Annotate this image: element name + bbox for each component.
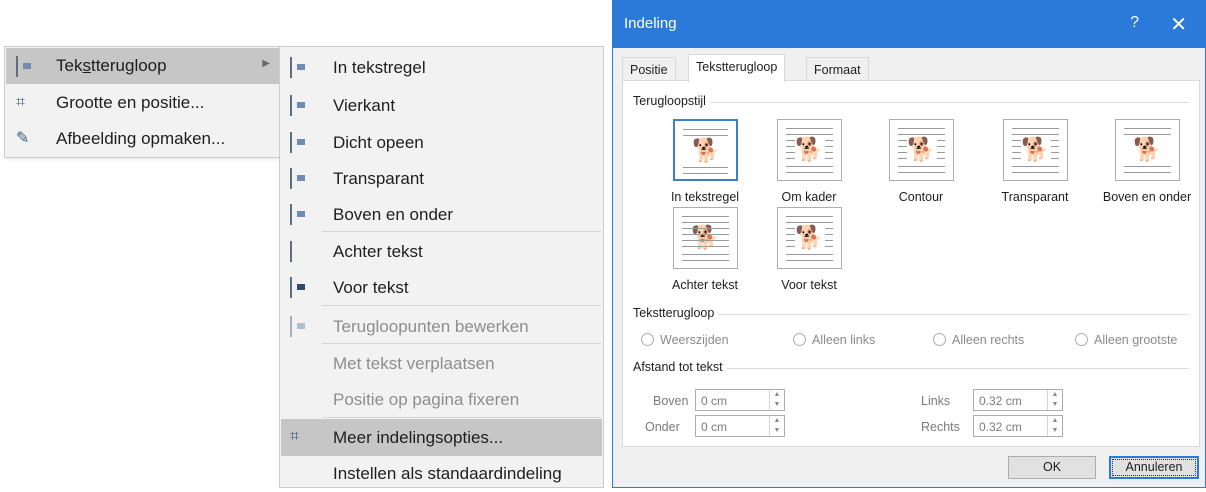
top-distance-spinner[interactable]: 0 cm ▲ ▼ [695,389,785,411]
submenu-item-terugloopunten: Terugloopunten bewerken [281,308,602,345]
submenu-item-label: Vierkant [333,96,396,115]
tight-wrap-icon [290,132,312,153]
menu-separator [322,417,601,418]
wrap-option-label: Boven en onder [1102,190,1192,204]
submenu-item-achter-tekst[interactable]: Achter tekst [281,233,602,270]
inline-wrap-icon [290,57,312,78]
menu-item-grootte-positie[interactable]: ⌗ Grootte en positie... [6,85,280,121]
menu-item-afbeelding-opmaken[interactable]: ✎ Afbeelding opmaken... [6,121,280,157]
ok-button[interactable]: OK [1008,456,1096,479]
layout-dialog: Indeling ? ✕ Positie Tekstterugloop Form… [612,0,1206,488]
submenu-item-meer-indelingsopties[interactable]: ⌗ Meer indelingsopties... [281,419,602,456]
wrap-option-label: Voor tekst [781,278,837,292]
submenu-item-label: Positie op pagina fixeren [333,390,520,409]
dog-icon: 🐕 [794,136,825,162]
submenu-item-label: Transparant [333,169,425,188]
square-wrap-icon [290,95,312,116]
radio-alleen-links[interactable]: Alleen links [793,333,875,347]
wrap-option-label: Achter tekst [672,278,738,292]
dog-icon: 🐕 [1132,136,1163,162]
left-distance-label: Links [921,394,951,408]
wrap-option-label: Transparant [1001,190,1069,204]
wrap-option-label: Contour [898,190,944,204]
tab-positie[interactable]: Positie [622,57,676,81]
submenu-item-positie-fixeren: Positie op pagina fixeren [281,381,602,418]
dialog-title-bar: Indeling ? ✕ [613,1,1205,48]
cancel-button[interactable]: Annuleren [1109,456,1199,479]
submenu-item-standaardindeling[interactable]: Instellen als standaardindeling [281,455,602,492]
edit-wrap-points-icon [290,316,312,337]
through-wrap-icon [290,168,312,189]
submenu-item-in-tekstregel[interactable]: In tekstregel [281,49,602,86]
wrap-option-boven-en-onder[interactable]: 🐕 Boven en onder [1087,119,1206,204]
submenu-item-boven-en-onder[interactable]: Boven en onder [281,196,602,233]
chevron-right-icon: ▶ [262,58,270,69]
bottom-distance-label: Onder [645,420,680,434]
spin-arrows-icon: ▲ ▼ [1047,416,1062,436]
radio-alleen-rechts[interactable]: Alleen rechts [933,333,1024,347]
dog-icon: 🐕 [794,224,825,250]
tab-formaat[interactable]: Formaat [806,57,869,81]
left-distance-spinner[interactable]: 0.32 cm ▲ ▼ [973,389,1063,411]
radio-weerszijden[interactable]: Weerszijden [641,333,729,347]
wrap-submenu: In tekstregel Vierkant Dicht opeen Trans… [279,46,604,488]
menu-separator [322,231,601,232]
top-bottom-wrap-icon [290,204,312,225]
submenu-item-label: Instellen als standaardindeling [333,464,562,483]
spin-arrows-icon: ▲ ▼ [769,390,784,410]
wrap-text-icon [16,56,38,77]
right-distance-spinner[interactable]: 0.32 cm ▲ ▼ [973,415,1063,437]
submenu-item-met-tekst-verplaatsen: Met tekst verplaatsen [281,345,602,382]
more-layout-icon: ⌗ [290,428,300,445]
dog-icon: 🐕 [1020,136,1051,162]
help-icon[interactable]: ? [1130,14,1139,32]
tab-tekstterugloop[interactable]: Tekstterugloop [688,54,786,82]
group-divider [633,102,1189,103]
text-wrap-group-label: Tekstterugloop [633,306,719,320]
context-menu: Tekstterugloop ▶ ⌗ Grootte en positie...… [4,46,282,158]
size-position-icon: ⌗ [16,94,26,111]
bottom-distance-spinner[interactable]: 0 cm ▲ ▼ [695,415,785,437]
right-distance-label: Rechts [921,420,960,434]
spin-arrows-icon: ▲ ▼ [1047,390,1062,410]
menu-separator [322,343,601,344]
menu-item-tekstterugloop[interactable]: Tekstterugloop ▶ [6,48,280,84]
tab-panel: Terugloopstijl 🐕 In tekstregel 🐕 Om kade… [622,80,1200,447]
submenu-item-label: Dicht opeen [333,133,424,152]
distance-group-label: Afstand tot tekst [633,360,727,374]
wrap-option-transparant[interactable]: 🐕 Transparant [975,119,1095,204]
wrap-style-group-label: Terugloopstijl [633,94,710,108]
radio-alleen-grootste[interactable]: Alleen grootste [1075,333,1177,347]
menu-item-label: Grootte en positie... [56,93,205,112]
submenu-item-label: Terugloopunten bewerken [333,317,529,336]
dialog-title: Indeling [624,15,677,32]
wrap-option-contour[interactable]: 🐕 Contour [861,119,981,204]
close-icon[interactable]: ✕ [1170,12,1187,37]
wrap-option-voor-tekst[interactable]: 🐕 Voor tekst [749,207,869,292]
in-front-text-icon [290,277,312,298]
submenu-item-voor-tekst[interactable]: Voor tekst [281,269,602,306]
behind-text-icon [290,241,312,262]
wrap-option-om-kader[interactable]: 🐕 Om kader [749,119,869,204]
menu-separator [322,305,601,306]
submenu-item-label: Boven en onder [333,205,454,224]
spin-arrows-icon: ▲ ▼ [769,416,784,436]
wrap-option-label: In tekstregel [670,190,740,204]
submenu-item-label: Voor tekst [333,278,409,297]
wrap-option-achter-tekst[interactable]: 🐕 Achter tekst [645,207,765,292]
dog-icon: 🐕 [691,137,722,163]
submenu-item-label: Meer indelingsopties... [333,428,504,447]
wrap-option-in-tekstregel[interactable]: 🐕 In tekstregel [645,119,765,204]
submenu-item-label: Met tekst verplaatsen [333,354,495,373]
top-distance-label: Boven [653,394,689,408]
menu-item-label: Afbeelding opmaken... [56,129,226,148]
submenu-item-vierkant[interactable]: Vierkant [281,87,602,124]
submenu-item-transparant[interactable]: Transparant [281,160,602,197]
format-picture-icon: ✎ [16,130,30,147]
dog-icon: 🐕 [906,136,937,162]
wrap-option-label: Om kader [781,190,837,204]
submenu-item-dicht-opeen[interactable]: Dicht opeen [281,124,602,161]
submenu-item-label: In tekstregel [333,58,426,77]
submenu-item-label: Achter tekst [333,242,423,261]
